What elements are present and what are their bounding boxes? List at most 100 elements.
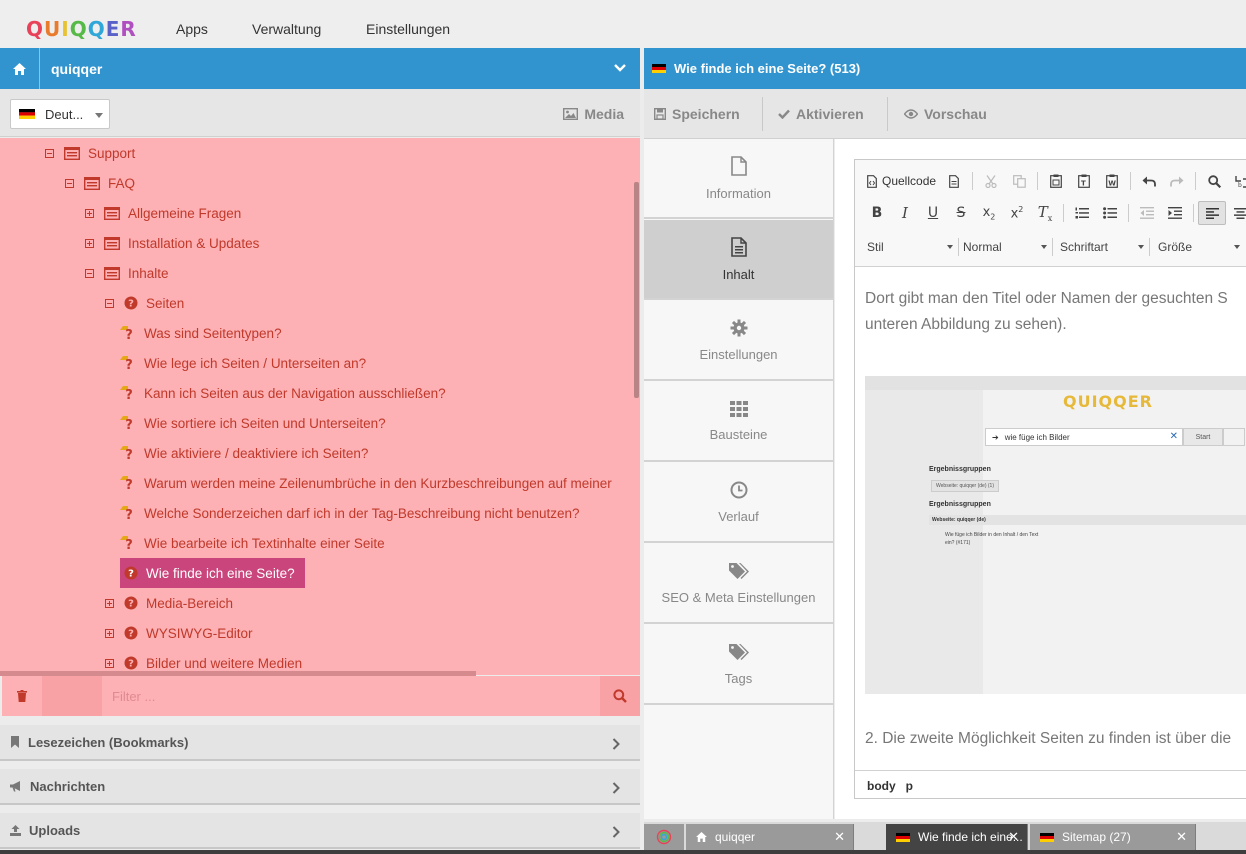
save-button[interactable]: Speichern bbox=[644, 89, 750, 139]
menu-apps[interactable]: Apps bbox=[176, 21, 208, 37]
path-body[interactable]: body bbox=[867, 779, 896, 793]
tree-item[interactable]: ? Wie sortiere ich Seiten und Unterseiten… bbox=[120, 408, 386, 438]
media-button[interactable]: Media bbox=[563, 106, 624, 122]
close-icon[interactable]: ✕ bbox=[1176, 829, 1187, 845]
size-combo[interactable]: Größe bbox=[1158, 236, 1240, 258]
tree-item[interactable]: ? Seiten bbox=[105, 288, 184, 318]
paste-word-icon[interactable]: W bbox=[1098, 169, 1126, 193]
collapse-icon[interactable] bbox=[85, 268, 94, 278]
remove-format-button[interactable]: Tx bbox=[1031, 201, 1059, 225]
undo-icon[interactable] bbox=[1135, 169, 1163, 193]
close-icon[interactable]: ✕ bbox=[1008, 829, 1019, 845]
numbered-list-icon[interactable] bbox=[1068, 201, 1096, 225]
tree-item[interactable]: ? Warum werden meine Zeilenumbrüche in de… bbox=[120, 468, 612, 498]
tree-item[interactable]: ? WYSIWYG-Editor bbox=[105, 618, 253, 648]
outdent-icon[interactable] bbox=[1133, 201, 1161, 225]
faq-icon: ? bbox=[120, 535, 136, 551]
tree-item[interactable]: Support bbox=[45, 138, 135, 168]
accordion-bookmarks[interactable]: Lesezeichen (Bookmarks) bbox=[0, 725, 640, 761]
chevron-down-icon[interactable] bbox=[614, 62, 626, 74]
collapse-icon[interactable] bbox=[65, 178, 74, 188]
expand-icon[interactable] bbox=[105, 658, 114, 668]
replace-icon[interactable]: b bbox=[1228, 169, 1246, 193]
home-icon[interactable] bbox=[0, 48, 40, 89]
language-select[interactable]: Deut... bbox=[10, 99, 110, 129]
align-left-icon[interactable] bbox=[1198, 201, 1226, 225]
source-button[interactable]: Quellcode bbox=[863, 169, 940, 193]
search-icon[interactable] bbox=[600, 676, 640, 716]
cut-icon[interactable] bbox=[977, 169, 1005, 193]
category-seo[interactable]: SEO & Meta Einstellungen bbox=[644, 544, 833, 624]
accordion-uploads[interactable]: Uploads bbox=[0, 813, 640, 849]
category-tags[interactable]: Tags bbox=[644, 625, 833, 705]
task-page[interactable]: Wie finde ich eine... ✕ bbox=[886, 824, 1028, 850]
copy-icon[interactable] bbox=[1005, 169, 1033, 193]
underline-button[interactable]: U bbox=[919, 201, 947, 225]
expand-icon[interactable] bbox=[85, 208, 94, 218]
collapse-icon[interactable] bbox=[105, 298, 114, 308]
tags-icon bbox=[728, 643, 749, 671]
task-sitemap[interactable]: Sitemap (27) ✕ bbox=[1030, 824, 1196, 850]
svg-text:T: T bbox=[1081, 180, 1086, 188]
subscript-button[interactable]: x2 bbox=[975, 201, 1003, 225]
activate-button[interactable]: Aktivieren bbox=[768, 89, 874, 139]
bold-button[interactable]: B bbox=[863, 201, 891, 225]
indent-icon[interactable] bbox=[1161, 201, 1189, 225]
trash-icon[interactable] bbox=[2, 676, 42, 716]
format-combo[interactable]: Normal bbox=[963, 236, 1053, 258]
style-combo[interactable]: Stil bbox=[867, 236, 959, 258]
close-icon[interactable]: ✕ bbox=[834, 829, 845, 845]
tree-item[interactable]: ? Was sind Seitentypen? bbox=[120, 318, 282, 348]
filter-input[interactable] bbox=[102, 676, 598, 716]
category-content[interactable]: Inhalt bbox=[644, 220, 833, 300]
tree-item[interactable]: ? Wie bearbeite ich Textinhalte einer Sei… bbox=[120, 528, 385, 558]
tree-item[interactable]: ? Welche Sonderzeichen darf ich in der Ta… bbox=[120, 498, 580, 528]
task-quiqqer[interactable]: quiqqer ✕ bbox=[686, 824, 854, 850]
faq-icon: ? bbox=[120, 325, 136, 341]
category-blocks[interactable]: Bausteine bbox=[644, 382, 833, 462]
bullet-list-icon[interactable] bbox=[1096, 201, 1124, 225]
strike-button[interactable]: S bbox=[947, 201, 975, 225]
quiqqer-logo[interactable]: QUIQQER bbox=[26, 17, 137, 41]
category-information[interactable]: Information bbox=[644, 139, 833, 219]
tree-item[interactable]: Inhalte bbox=[85, 258, 169, 288]
preview-button[interactable]: Vorschau bbox=[894, 89, 997, 139]
embedded-screenshot[interactable]: QUIQQER ➔ wie füge ich Bilder ✕ Start Er… bbox=[865, 376, 1246, 694]
collapse-icon[interactable] bbox=[45, 148, 54, 158]
align-center-icon[interactable] bbox=[1226, 201, 1246, 225]
document-icon[interactable] bbox=[940, 169, 968, 193]
expand-icon[interactable] bbox=[105, 628, 114, 638]
menu-einstellungen[interactable]: Einstellungen bbox=[366, 21, 450, 37]
quiqqer-icon[interactable] bbox=[644, 824, 684, 850]
accordion-messages[interactable]: Nachrichten bbox=[0, 769, 640, 805]
tree-item[interactable]: Allgemeine Fragen bbox=[85, 198, 241, 228]
italic-button[interactable]: I bbox=[891, 201, 919, 225]
redo-icon[interactable] bbox=[1163, 169, 1191, 193]
find-icon[interactable] bbox=[1200, 169, 1228, 193]
tree-item[interactable]: Installation & Updates bbox=[85, 228, 259, 258]
tree-item[interactable]: ? Media-Bereich bbox=[105, 588, 233, 618]
question-icon: ? bbox=[124, 656, 138, 670]
tree-item[interactable]: ? Wie aktiviere / deaktiviere ich Seiten? bbox=[120, 438, 368, 468]
tree-item[interactable]: FAQ bbox=[65, 168, 135, 198]
bold-icon: B bbox=[871, 205, 883, 221]
paste-text-icon[interactable]: T bbox=[1070, 169, 1098, 193]
tree-item[interactable]: ? Kann ich Seiten aus der Navigation auss… bbox=[120, 378, 446, 408]
superscript-button[interactable]: x2 bbox=[1003, 201, 1031, 225]
category-history[interactable]: Verlauf bbox=[644, 463, 833, 543]
category-settings[interactable]: Einstellungen bbox=[644, 301, 833, 381]
paste-icon[interactable] bbox=[1042, 169, 1070, 193]
font-combo[interactable]: Schriftart bbox=[1060, 236, 1150, 258]
menu-verwaltung[interactable]: Verwaltung bbox=[252, 21, 321, 37]
path-p[interactable]: p bbox=[906, 779, 913, 793]
tree-item-selected[interactable]: ? Wie finde ich eine Seite? bbox=[120, 558, 305, 588]
expand-icon[interactable] bbox=[105, 598, 114, 608]
caret-down-icon bbox=[1041, 245, 1047, 249]
screenshot-result-line: Wie füge ich Bilder in den Inhalt / den … bbox=[945, 532, 1039, 538]
top-navigation: QUIQQER Apps Verwaltung Einstellungen bbox=[0, 0, 1246, 48]
editor-body[interactable]: Dort gibt man den Titel oder Namen der g… bbox=[865, 286, 1246, 338]
tree-item[interactable]: ? Wie lege ich Seiten / Unterseiten an? bbox=[120, 348, 366, 378]
expand-icon[interactable] bbox=[85, 238, 94, 248]
tree-vertical-scrollbar[interactable] bbox=[634, 182, 639, 398]
home-icon bbox=[696, 832, 707, 842]
